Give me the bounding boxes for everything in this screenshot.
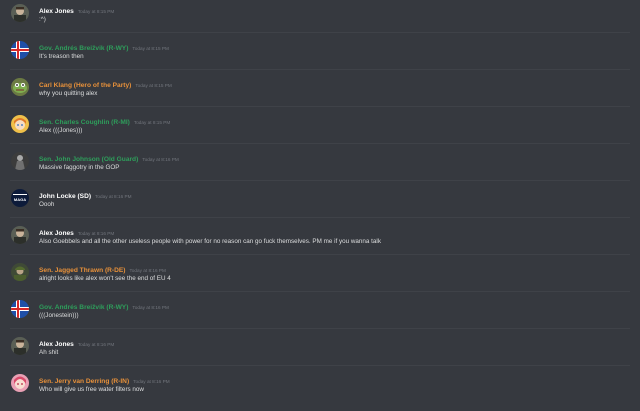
message-timestamp: Today at 8:16 PM xyxy=(132,305,169,310)
message-author[interactable]: Alex Jones xyxy=(39,341,74,348)
message-text: :^) xyxy=(39,16,46,23)
message-item[interactable]: Alex Jones Today at 8:16 PM Also Goebbels… xyxy=(0,226,640,263)
avatar-text: MAGA xyxy=(14,197,26,202)
message-author[interactable]: Alex Jones xyxy=(39,8,74,15)
message-timestamp: Today at 8:16 PM xyxy=(142,157,179,162)
message-timestamp: Today at 8:15 PM xyxy=(77,9,115,14)
message-text: why you quitting alex xyxy=(39,90,98,97)
message-author[interactable]: John Locke (SD) xyxy=(39,193,91,200)
message-timestamp: Today at 8:16 PM xyxy=(77,342,115,347)
message-timestamp: Today at 8:15 PM xyxy=(133,120,171,125)
message-author[interactable]: Sen. Charles Coughlin (R-MI) xyxy=(39,119,130,126)
message-text: alright looks like alex won't see the en… xyxy=(39,275,171,282)
iceland-flag-avatar-icon[interactable] xyxy=(11,41,29,59)
message-text: It's treason then xyxy=(39,53,84,60)
old-photo-avatar-icon[interactable] xyxy=(11,152,29,170)
message-divider xyxy=(10,328,630,329)
frog-avatar-icon[interactable] xyxy=(11,78,29,96)
message-text: Massive faggotry in the GOP xyxy=(39,164,120,171)
message-timestamp: Today at 8:15 PM xyxy=(132,46,169,51)
chat-messages-list[interactable]: Alex Jones Today at 8:15 PM :^) Gov. Andr… xyxy=(0,0,640,402)
message-item[interactable]: Carl Klang (Hero of the Party) Today at 8… xyxy=(0,78,640,115)
message-item[interactable]: Alex Jones Today at 8:15 PM :^) xyxy=(0,4,640,41)
message-author[interactable]: Gov. Andrés Breižvik (R-WY) xyxy=(39,45,128,52)
message-text: Ah shit xyxy=(39,349,59,356)
message-divider xyxy=(10,291,630,292)
soldier-avatar-icon[interactable] xyxy=(11,263,29,281)
message-divider xyxy=(10,32,630,33)
message-item[interactable]: Sen. Jerry van Derring (R-IN) Today at 8:… xyxy=(0,374,640,411)
message-divider xyxy=(10,254,630,255)
message-item[interactable]: Sen. Charles Coughlin (R-MI) Today at 8:1… xyxy=(0,115,640,152)
message-timestamp: Today at 8:16 PM xyxy=(77,231,115,236)
message-divider xyxy=(10,180,630,181)
message-author[interactable]: Sen. Jagged Thrawn (R-DE) xyxy=(39,267,125,274)
message-author[interactable]: Sen. John Johnson (Old Guard) xyxy=(39,156,138,163)
message-divider xyxy=(10,365,630,366)
message-item[interactable]: Sen. Jagged Thrawn (R-DE) Today at 8:16 P… xyxy=(0,263,640,300)
message-item[interactable]: Alex Jones Today at 8:16 PM Ah shit xyxy=(0,337,640,374)
anime-girl-avatar-icon[interactable] xyxy=(11,115,29,133)
pink-hair-avatar-icon[interactable] xyxy=(11,374,29,392)
message-timestamp: Today at 8:15 PM xyxy=(135,83,172,88)
trumpkin-logo-avatar-icon[interactable]: MAGA xyxy=(11,189,29,207)
alex-jones-avatar-icon[interactable] xyxy=(11,226,29,244)
message-divider xyxy=(10,106,630,107)
message-text: Oooh xyxy=(39,201,55,208)
message-divider xyxy=(10,69,630,70)
message-divider xyxy=(10,217,630,218)
message-author[interactable]: Sen. Jerry van Derring (R-IN) xyxy=(39,378,129,385)
message-item[interactable]: Sen. John Johnson (Old Guard) Today at 8:… xyxy=(0,152,640,189)
message-text: Alex (((Jones))) xyxy=(39,127,83,134)
message-author[interactable]: Alex Jones xyxy=(39,230,74,237)
message-divider xyxy=(10,143,630,144)
message-text: (((Jonestein))) xyxy=(39,312,79,319)
message-text: Who will give us free water filters now xyxy=(39,386,144,393)
message-item[interactable]: Gov. Andrés Breižvik (R-WY) Today at 8:15… xyxy=(0,41,640,78)
alex-jones-avatar-icon[interactable] xyxy=(11,337,29,355)
message-author[interactable]: Gov. Andrés Breižvik (R-WY) xyxy=(39,304,128,311)
message-author[interactable]: Carl Klang (Hero of the Party) xyxy=(39,82,131,89)
message-text: Also Goebbels and all the other useless … xyxy=(39,238,381,245)
iceland-flag-avatar-icon[interactable] xyxy=(11,300,29,318)
message-timestamp: Today at 8:16 PM xyxy=(129,268,166,273)
message-item[interactable]: Gov. Andrés Breižvik (R-WY) Today at 8:16… xyxy=(0,300,640,337)
message-item[interactable]: MAGA John Locke (SD) Today at 8:16 PM Ooo… xyxy=(0,189,640,226)
message-timestamp: Today at 8:16 PM xyxy=(95,194,132,199)
alex-jones-avatar-icon[interactable] xyxy=(11,4,29,22)
message-timestamp: Today at 8:16 PM xyxy=(133,379,170,384)
